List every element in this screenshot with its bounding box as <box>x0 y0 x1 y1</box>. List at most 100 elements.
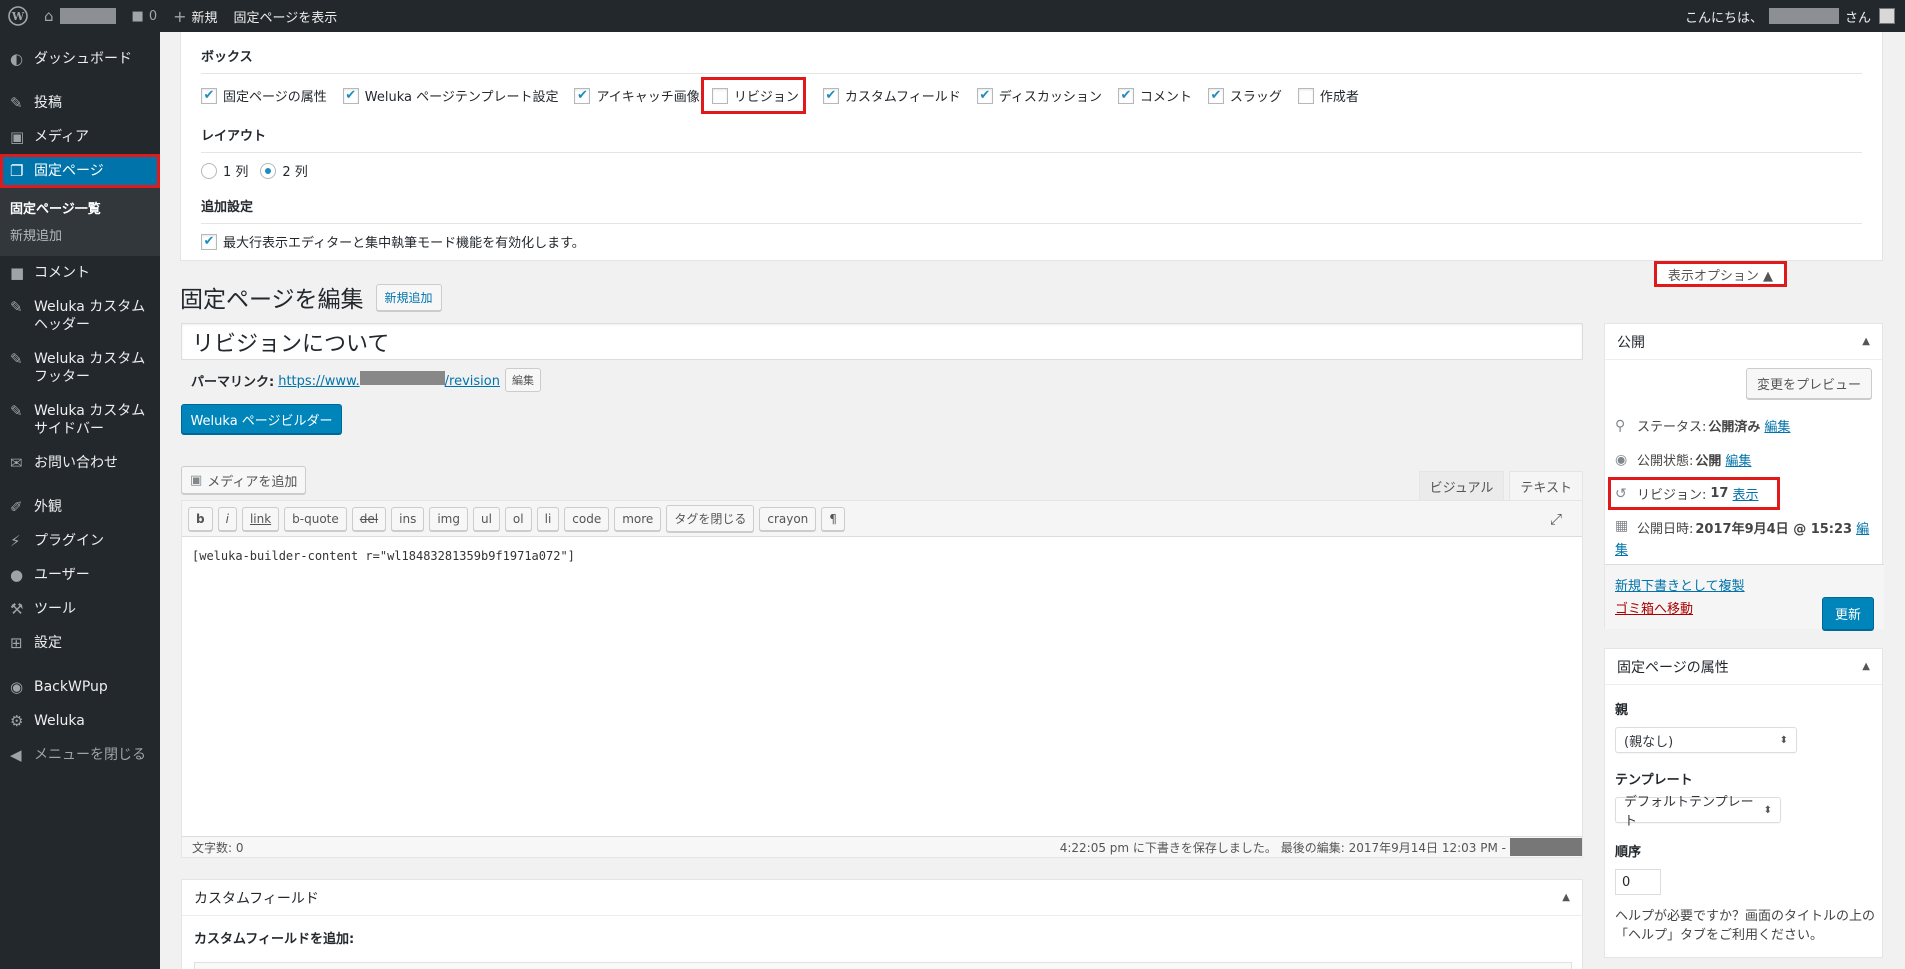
preview-changes-button[interactable]: 変更をプレビュー <box>1745 368 1872 399</box>
editor-status-bar: 文字数: 0 4:22:05 pm に下書きを保存しました。 最後の編集: 20… <box>181 836 1583 858</box>
qt-bold-button[interactable]: b <box>188 506 213 531</box>
draft-saved-text: 4:22:05 pm に下書きを保存しました。 最後の編集: 2017年9月14… <box>1059 840 1506 855</box>
checkbox-empty <box>1297 87 1314 104</box>
checkbox-discussion[interactable]: ✔ ディスカッション <box>976 86 1102 105</box>
view-page-link[interactable]: 固定ページを表示 <box>226 0 346 32</box>
greeting-text: こんにちは、 <box>1684 10 1763 26</box>
checkbox-page-attributes[interactable]: ✔ 固定ページの属性 <box>201 86 327 105</box>
layout-heading: レイアウト <box>201 129 267 144</box>
comments-link[interactable]: ■ 0 <box>124 0 166 32</box>
text-editor: b i link b-quote del ins img ul ol li co… <box>181 500 1583 858</box>
page-attributes-header[interactable]: 固定ページの属性 ▲ <box>1605 649 1882 685</box>
menu-weluka-footer[interactable]: ✎ Weluka カスタムフッター <box>0 342 160 394</box>
home-icon: ⌂ <box>44 7 54 25</box>
qt-link-button[interactable]: link <box>241 506 280 531</box>
add-new-page-button[interactable]: 新規追加 <box>375 283 442 311</box>
qt-code-button[interactable]: code <box>564 506 610 531</box>
weluka-page-builder-button[interactable]: Weluka ページビルダー <box>181 404 342 434</box>
gear-icon: ⚙ <box>10 712 24 730</box>
editor-name-redacted <box>1510 838 1582 856</box>
menu-weluka[interactable]: ⚙ Weluka <box>0 704 160 738</box>
menu-weluka-header[interactable]: ✎ Weluka カスタムヘッダー <box>0 290 160 342</box>
qt-del-button[interactable]: del <box>351 506 387 531</box>
qt-crayon-button[interactable]: crayon <box>759 506 817 531</box>
qt-italic-button[interactable]: i <box>217 506 237 531</box>
menu-backwpup[interactable]: ◉ BackWPup <box>0 670 160 704</box>
toggle-arrow-icon[interactable]: ▲ <box>1862 661 1870 672</box>
avatar[interactable] <box>1879 8 1895 24</box>
menu-posts[interactable]: ✎ 投稿 <box>0 86 160 120</box>
fullscreen-icon[interactable]: ⤢ <box>1550 510 1562 528</box>
toggle-arrow-icon[interactable]: ▲ <box>1862 336 1870 347</box>
visibility-edit-link[interactable]: 編集 <box>1725 450 1751 469</box>
toggle-arrow-icon[interactable]: ▲ <box>1562 892 1570 903</box>
radio-2-columns[interactable]: 2 列 <box>260 161 308 180</box>
qt-ol-button[interactable]: ol <box>504 506 532 531</box>
move-to-trash-link[interactable]: ゴミ箱へ移動 <box>1615 598 1693 617</box>
screen-options-tab[interactable]: 表示オプション ▲ <box>1654 261 1787 287</box>
checkbox-comments[interactable]: ✔ コメント <box>1117 86 1192 105</box>
site-name-link[interactable]: ⌂ <box>36 0 124 32</box>
my-account[interactable]: こんにちは、 さん <box>1685 7 1905 26</box>
revisions-browse-link[interactable]: 表示 <box>1732 484 1758 503</box>
date-edit-link-1[interactable]: 編 <box>1856 518 1869 537</box>
checkbox-featured-image[interactable]: ✔ アイキャッチ画像 <box>574 86 700 105</box>
checkbox-custom-fields[interactable]: ✔ カスタムフィールド <box>822 86 961 105</box>
qt-blockquote-button[interactable]: b-quote <box>284 506 347 531</box>
comment-count: 0 <box>148 8 158 24</box>
plugin-icon: ⚡ <box>10 532 21 550</box>
new-content-link[interactable]: + 新規 <box>165 0 225 32</box>
tab-text[interactable]: テキスト <box>1509 471 1583 502</box>
menu-users[interactable]: ● ユーザー <box>0 558 160 592</box>
editor-content[interactable]: [weluka-builder-content r="wl18483281359… <box>182 537 1582 575</box>
menu-dashboard[interactable]: ◐ ダッシュボード <box>0 42 160 76</box>
menu-order-input[interactable]: 0 <box>1615 869 1661 895</box>
qt-li-button[interactable]: li <box>536 506 560 531</box>
qt-paragraph-button[interactable]: ¶ <box>821 506 845 531</box>
qt-img-button[interactable]: img <box>429 506 468 531</box>
date-edit-link-2[interactable]: 集 <box>1615 539 1628 558</box>
parent-select[interactable]: (親なし) ⬍ <box>1615 727 1797 753</box>
menu-comments[interactable]: ■ コメント <box>0 256 160 290</box>
wordpress-logo-icon[interactable]: W <box>0 0 36 32</box>
submenu-all-pages[interactable]: 固定ページ一覧 <box>0 194 160 221</box>
media-icon: ▣ <box>190 472 203 488</box>
qt-more-button[interactable]: more <box>614 506 662 531</box>
username-redacted <box>1768 8 1839 24</box>
menu-tools[interactable]: ⚒ ツール <box>0 592 160 626</box>
checkbox-revisions[interactable]: リビジョン <box>700 77 806 114</box>
menu-plugins[interactable]: ⚡ プラグイン <box>0 524 160 558</box>
menu-media[interactable]: ▣ メディア <box>0 120 160 154</box>
media-icon: ▣ <box>10 128 25 146</box>
menu-appearance[interactable]: ✐ 外観 <box>0 490 160 524</box>
qt-close-tags-button[interactable]: タグを閉じる <box>666 505 755 532</box>
permalink-link[interactable]: https://www./revision <box>278 371 500 389</box>
menu-settings[interactable]: ⊞ 設定 <box>0 626 160 660</box>
dashboard-icon: ◐ <box>10 50 24 68</box>
radio-1-column[interactable]: 1 列 <box>201 161 248 180</box>
template-select[interactable]: デフォルトテンプレート ⬍ <box>1615 795 1781 829</box>
post-title-input[interactable]: リビジョンについて <box>181 323 1583 360</box>
checkbox-weluka-template[interactable]: ✔ Weluka ページテンプレート設定 <box>342 86 558 105</box>
status-edit-link[interactable]: 編集 <box>1764 416 1790 435</box>
permalink-edit-button[interactable]: 編集 <box>504 368 541 392</box>
revisions-line: ↺ リビジョン: 17 表示 <box>1608 477 1780 510</box>
radio-empty <box>201 162 217 179</box>
checkbox-dfw[interactable]: ✔ 最大行表示エディターと集中執筆モード機能を有効化します。 <box>201 232 585 251</box>
menu-weluka-sidebar[interactable]: ✎ Weluka カスタムサイドバー <box>0 394 160 446</box>
submenu-add-new[interactable]: 新規追加 <box>0 221 160 248</box>
update-button[interactable]: 更新 <box>1821 597 1874 630</box>
tab-visual[interactable]: ビジュアル <box>1418 471 1505 502</box>
duplicate-draft-link[interactable]: 新規下書きとして複製 <box>1615 575 1745 594</box>
publish-header[interactable]: 公開 ▲ <box>1605 324 1882 360</box>
collapse-menu-button[interactable]: ◀ メニューを閉じる <box>0 738 160 772</box>
checkbox-author[interactable]: 作成者 <box>1297 86 1359 105</box>
menu-contact[interactable]: ✉ お問い合わせ <box>0 446 160 480</box>
qt-ins-button[interactable]: ins <box>391 506 425 531</box>
qt-ul-button[interactable]: ul <box>472 506 500 531</box>
menu-pages[interactable]: ❐ 固定ページ <box>0 154 160 188</box>
checkbox-slug[interactable]: ✔ スラッグ <box>1207 86 1282 105</box>
svg-text:W: W <box>11 10 25 23</box>
custom-fields-header[interactable]: カスタムフィールド ▲ <box>182 880 1582 916</box>
add-media-button[interactable]: ▣ メディアを追加 <box>181 466 307 494</box>
